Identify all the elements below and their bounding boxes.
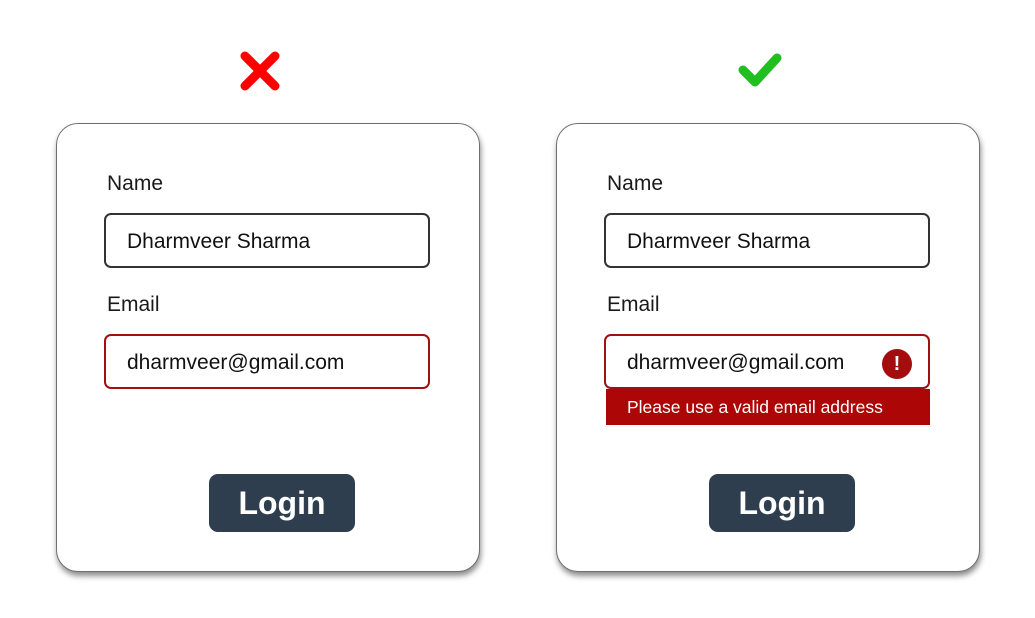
login-button[interactable]: Login	[709, 474, 855, 532]
bad-example-panel: Name Dharmveer Sharma Email dharmveer@gm…	[40, 0, 520, 618]
email-error-message: Please use a valid email address	[606, 389, 930, 425]
exclamation-icon: !	[882, 349, 912, 379]
login-form-card: Name Dharmveer Sharma Email dharmveer@gm…	[556, 123, 980, 572]
email-input[interactable]: dharmveer@gmail.com	[104, 334, 430, 389]
name-input[interactable]: Dharmveer Sharma	[604, 213, 930, 268]
email-label: Email	[607, 293, 660, 316]
name-input-value: Dharmveer Sharma	[627, 230, 811, 253]
name-label: Name	[607, 172, 664, 195]
name-input-value: Dharmveer Sharma	[127, 230, 311, 253]
email-input-value: dharmveer@gmail.com	[627, 351, 845, 374]
checkmark-icon	[735, 46, 785, 96]
name-input[interactable]: Dharmveer Sharma	[104, 213, 430, 268]
email-label: Email	[107, 293, 160, 316]
cross-icon	[235, 46, 285, 96]
good-example-panel: Name Dharmveer Sharma Email dharmveer@gm…	[540, 0, 1020, 618]
login-form-card: Name Dharmveer Sharma Email dharmveer@gm…	[56, 123, 480, 572]
email-input[interactable]: dharmveer@gmail.com !	[604, 334, 930, 389]
login-button[interactable]: Login	[209, 474, 355, 532]
email-input-value: dharmveer@gmail.com	[127, 351, 345, 374]
name-label: Name	[107, 172, 164, 195]
